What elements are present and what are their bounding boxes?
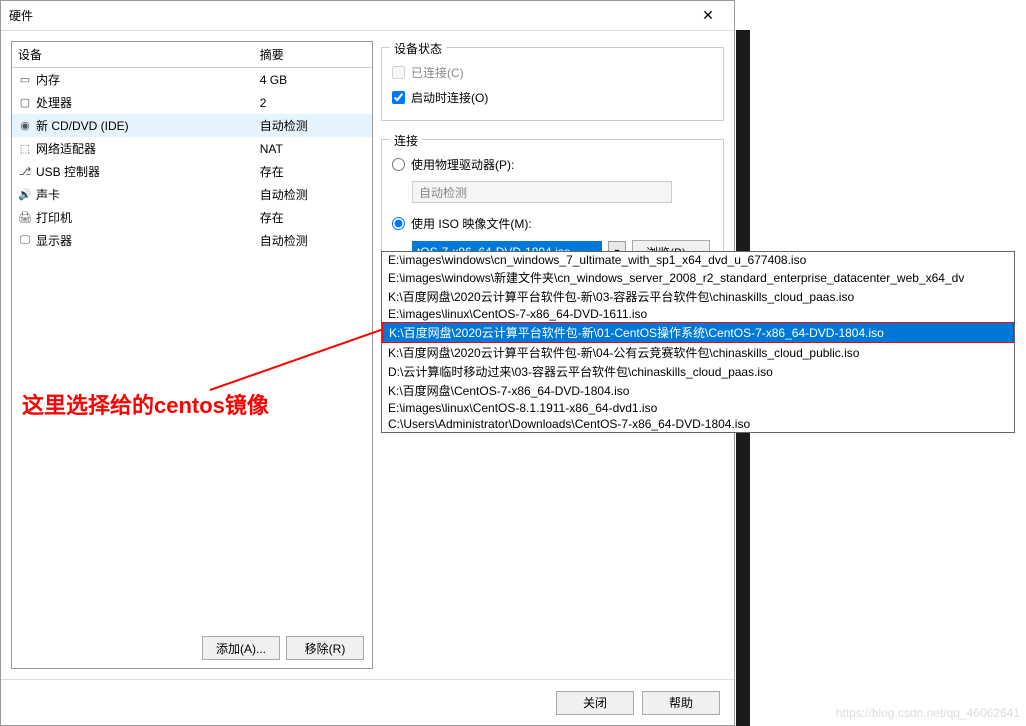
device-list-panel: 设备 摘要 ▭ 内存 4 GB ▢ 处理器 2 ◉ 新 CD/DVD (IDE) 自动检测 ⬚ 网络… bbox=[11, 41, 373, 669]
device-summary: 存在 bbox=[254, 206, 372, 229]
dropdown-item[interactable]: E:\images\windows\新建文件夹\cn_windows_serve… bbox=[382, 268, 1014, 287]
connection-title: 连接 bbox=[390, 132, 422, 149]
device-icon: ▢ bbox=[18, 96, 32, 110]
dropdown-item[interactable]: K:\百度网盘\2020云计算平台软件包-新\03-容器云平台软件包\china… bbox=[382, 287, 1014, 306]
device-row[interactable]: ⎇ USB 控制器 存在 bbox=[12, 160, 372, 183]
device-summary: NAT bbox=[254, 137, 372, 160]
device-name: 打印机 bbox=[36, 209, 72, 226]
device-summary: 存在 bbox=[254, 160, 372, 183]
device-row[interactable]: ◉ 新 CD/DVD (IDE) 自动检测 bbox=[12, 114, 372, 137]
device-name: 新 CD/DVD (IDE) bbox=[36, 117, 129, 134]
remove-button[interactable]: 移除(R) bbox=[286, 636, 364, 660]
dialog-body: 设备 摘要 ▭ 内存 4 GB ▢ 处理器 2 ◉ 新 CD/DVD (IDE) 自动检测 ⬚ 网络… bbox=[1, 31, 734, 679]
device-row[interactable]: ⬚ 网络适配器 NAT bbox=[12, 137, 372, 160]
use-physical-radio[interactable] bbox=[392, 158, 405, 171]
close-button[interactable]: ✕ bbox=[690, 4, 726, 28]
use-physical-label: 使用物理驱动器(P): bbox=[411, 156, 514, 173]
use-iso-row[interactable]: 使用 ISO 映像文件(M): bbox=[392, 211, 713, 236]
device-name: 网络适配器 bbox=[36, 140, 96, 157]
col-device[interactable]: 设备 bbox=[12, 42, 254, 68]
device-summary: 4 GB bbox=[254, 68, 372, 92]
device-row[interactable]: ▢ 处理器 2 bbox=[12, 91, 372, 114]
device-icon: ⬚ bbox=[18, 142, 32, 156]
device-row[interactable]: 🔊 声卡 自动检测 bbox=[12, 183, 372, 206]
device-icon: 🖨 bbox=[18, 211, 32, 225]
device-row[interactable]: ▭ 内存 4 GB bbox=[12, 68, 372, 92]
iso-dropdown-list[interactable]: E:\images\windows\cn_windows_7_ultimate_… bbox=[381, 251, 1015, 433]
use-iso-radio[interactable] bbox=[392, 217, 405, 230]
device-name: 显示器 bbox=[36, 232, 72, 249]
device-summary: 自动检测 bbox=[254, 229, 372, 252]
device-name: 处理器 bbox=[36, 94, 72, 111]
dropdown-item[interactable]: E:\images\linux\CentOS-8.1.1911-x86_64-d… bbox=[382, 400, 1014, 416]
device-state-title: 设备状态 bbox=[390, 40, 446, 57]
dropdown-item[interactable]: D:\云计算临时移动过来\03-容器云平台软件包\chinaskills_clo… bbox=[382, 362, 1014, 381]
dropdown-item[interactable]: K:\百度网盘\2020云计算平台软件包-新\01-CentOS操作系统\Cen… bbox=[382, 322, 1014, 343]
dialog-title: 硬件 bbox=[9, 7, 690, 24]
col-summary[interactable]: 摘要 bbox=[254, 42, 372, 68]
device-name: USB 控制器 bbox=[36, 163, 100, 180]
dropdown-item[interactable]: E:\images\windows\cn_windows_7_ultimate_… bbox=[382, 252, 1014, 268]
connected-checkbox-row[interactable]: 已连接(C) bbox=[392, 60, 713, 85]
help-button[interactable]: 帮助 bbox=[642, 691, 720, 715]
device-table: 设备 摘要 ▭ 内存 4 GB ▢ 处理器 2 ◉ 新 CD/DVD (IDE) 自动检测 ⬚ 网络… bbox=[12, 42, 372, 252]
connect-on-start-label: 启动时连接(O) bbox=[411, 89, 488, 106]
device-state-group: 设备状态 已连接(C) 启动时连接(O) bbox=[381, 47, 724, 121]
device-icon: ▭ bbox=[18, 73, 32, 87]
device-summary: 自动检测 bbox=[254, 183, 372, 206]
device-name: 声卡 bbox=[36, 186, 60, 203]
connected-checkbox bbox=[392, 66, 405, 79]
device-icon: 🔊 bbox=[18, 188, 32, 202]
device-summary: 自动检测 bbox=[254, 114, 372, 137]
dropdown-item[interactable]: K:\百度网盘\CentOS-7-x86_64-DVD-1804.iso bbox=[382, 381, 1014, 400]
device-name: 内存 bbox=[36, 71, 60, 88]
dialog-footer: 关闭 帮助 bbox=[1, 679, 734, 725]
use-physical-row[interactable]: 使用物理驱动器(P): bbox=[392, 152, 713, 177]
watermark: https://blog.csdn.net/qq_46062641 bbox=[836, 706, 1020, 720]
hardware-dialog: 硬件 ✕ 设备 摘要 ▭ 内存 4 GB ▢ 处理器 2 ◉ 新 CD/DVD (IDE) 自动… bbox=[0, 0, 735, 726]
device-icon: ◉ bbox=[18, 119, 32, 133]
device-summary: 2 bbox=[254, 91, 372, 114]
connect-on-start-checkbox[interactable] bbox=[392, 91, 405, 104]
settings-panel: 设备状态 已连接(C) 启动时连接(O) 连接 使用物理驱动器(P): 自动检测 bbox=[381, 41, 724, 669]
add-button[interactable]: 添加(A)... bbox=[202, 636, 280, 660]
use-iso-label: 使用 ISO 映像文件(M): bbox=[411, 215, 532, 232]
titlebar: 硬件 ✕ bbox=[1, 1, 734, 31]
device-buttons: 添加(A)... 移除(R) bbox=[202, 636, 364, 660]
dropdown-item[interactable]: K:\百度网盘\2020云计算平台软件包-新\04-公有云竞赛软件包\china… bbox=[382, 343, 1014, 362]
dropdown-item[interactable]: C:\Users\Administrator\Downloads\CentOS-… bbox=[382, 416, 1014, 432]
annotation-text: 这里选择给的centos镜像 bbox=[22, 388, 269, 420]
dropdown-item[interactable]: E:\images\linux\CentOS-7-x86_64-DVD-1611… bbox=[382, 306, 1014, 322]
device-icon: ⎇ bbox=[18, 165, 32, 179]
connect-on-start-row[interactable]: 启动时连接(O) bbox=[392, 85, 713, 110]
device-icon: 🖵 bbox=[18, 234, 32, 248]
close-dialog-button[interactable]: 关闭 bbox=[556, 691, 634, 715]
device-row[interactable]: 🖨 打印机 存在 bbox=[12, 206, 372, 229]
device-row[interactable]: 🖵 显示器 自动检测 bbox=[12, 229, 372, 252]
physical-drive-combo: 自动检测 bbox=[412, 181, 672, 203]
close-icon: ✕ bbox=[702, 7, 714, 24]
connected-label: 已连接(C) bbox=[411, 64, 464, 81]
